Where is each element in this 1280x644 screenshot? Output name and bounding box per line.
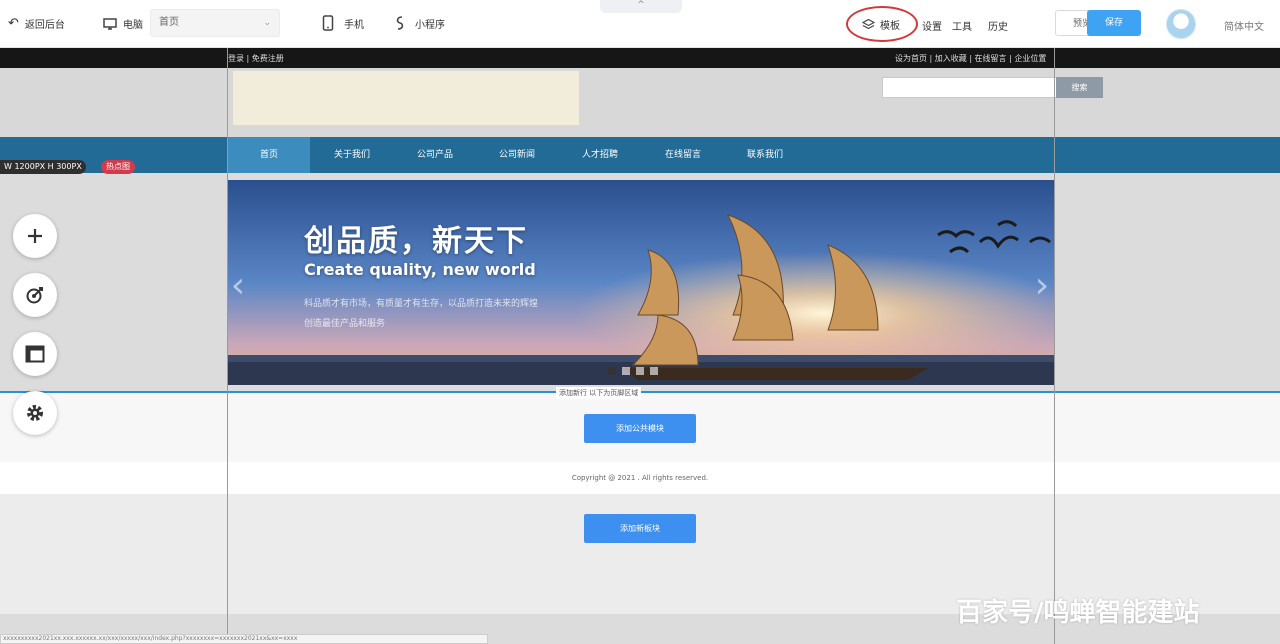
banner-prev-arrow[interactable]: ‹ xyxy=(228,266,248,306)
miniapp-link-icon xyxy=(396,16,404,30)
settings-tool-button[interactable] xyxy=(13,391,57,435)
highlight-circle xyxy=(846,6,918,42)
layout-icon xyxy=(25,345,45,363)
banner-subtitle: Create quality, new world xyxy=(304,260,536,279)
banner-desc-line-1: 科品质才有市场，有质量才有生存，以品质打造未来的辉煌 xyxy=(304,299,539,309)
site-navbar: 首页 关于我们 公司产品 公司新闻 人才招聘 在线留言 联系我们 xyxy=(0,137,1280,173)
history-button[interactable]: 历史 xyxy=(988,18,1008,33)
left-content-guide xyxy=(227,48,228,644)
nav-item-message[interactable]: 在线留言 xyxy=(642,137,724,173)
search-input[interactable] xyxy=(882,77,1057,98)
back-button[interactable]: ↶ 返回后台 xyxy=(8,16,65,31)
page-select-value: 首页 xyxy=(159,17,179,28)
banner-image xyxy=(228,180,1054,385)
undo-arrow-icon: ↶ xyxy=(8,16,19,31)
tools-label: 工具 xyxy=(952,22,972,33)
banner-title: 创品质，新天下 xyxy=(304,224,528,259)
search-button[interactable]: 搜索 xyxy=(1056,77,1103,98)
gear-icon xyxy=(27,405,43,421)
banner-dot[interactable] xyxy=(636,367,644,375)
banner-next-arrow[interactable]: › xyxy=(1032,266,1052,306)
desktop-view-button[interactable]: 电脑 xyxy=(103,16,143,31)
add-element-button[interactable] xyxy=(13,214,57,258)
page-select[interactable]: 首页 ⌄ xyxy=(150,9,280,37)
mobile-label: 手机 xyxy=(344,19,364,31)
target-tool-button[interactable] xyxy=(13,273,57,317)
nav-item-jobs[interactable]: 人才招聘 xyxy=(558,137,642,173)
nav-item-home[interactable]: 首页 xyxy=(228,137,310,173)
banner-dot[interactable] xyxy=(622,367,630,375)
nav-item-products[interactable]: 公司产品 xyxy=(394,137,476,173)
copyright-text: Copyright @ 2021 . All rights reserved. xyxy=(571,474,709,482)
phone-icon xyxy=(322,15,334,31)
right-content-guide xyxy=(1054,48,1055,644)
site-topbar: 登录 | 免费注册 设为首页 | 加入收藏 | 在线留言 | 企业位置 xyxy=(0,48,1280,68)
collapse-toolbar-tab[interactable]: ^ xyxy=(600,0,682,13)
mobile-view-button[interactable]: 手机 xyxy=(322,15,364,31)
banner-dot[interactable] xyxy=(608,367,616,375)
desktop-label: 电脑 xyxy=(123,20,143,31)
banner-dots xyxy=(608,367,658,375)
target-icon xyxy=(26,287,43,304)
watermark: 百家号/鸣蝉智能建站 xyxy=(956,598,1200,628)
chevron-up-icon: ^ xyxy=(637,0,645,10)
nav-item-contact[interactable]: 联系我们 xyxy=(724,137,806,173)
monitor-icon xyxy=(103,17,117,30)
back-label: 返回后台 xyxy=(24,20,65,31)
language-select[interactable]: 简体中文 xyxy=(1224,18,1264,33)
save-button[interactable]: 保存 xyxy=(1087,10,1141,36)
site-header: 搜索 xyxy=(0,68,1280,138)
miniapp-label: 小程序 xyxy=(415,19,445,31)
size-tag: W 1200PX H 300PX xyxy=(0,160,86,174)
banner-slider[interactable]: 创品质，新天下 Create quality, new world 科品质才有市… xyxy=(228,180,1054,385)
hot-tag[interactable]: 热点图 xyxy=(101,160,135,174)
settings-button[interactable]: 设置 xyxy=(922,18,942,33)
settings-label: 设置 xyxy=(922,22,942,33)
plus-icon xyxy=(28,229,42,243)
add-module-button[interactable]: 添加公共模块 xyxy=(584,414,696,443)
status-bar-url: xxxxxxxxxx2021xx.xxx.xxxxxx.xx/xxx/xxxxx… xyxy=(0,634,488,644)
tools-button[interactable]: 工具 xyxy=(952,18,972,33)
layout-tool-button[interactable] xyxy=(13,332,57,376)
logo-placeholder[interactable] xyxy=(233,71,579,125)
banner-dot[interactable] xyxy=(650,367,658,375)
topbar-links[interactable]: 设为首页 | 加入收藏 | 在线留言 | 企业位置 xyxy=(895,53,1046,64)
history-label: 历史 xyxy=(988,22,1008,33)
chevron-down-icon: ⌄ xyxy=(263,18,271,28)
nav-item-news[interactable]: 公司新闻 xyxy=(476,137,558,173)
add-row-button[interactable]: 添加新板块 xyxy=(584,514,696,543)
nav-item-about[interactable]: 关于我们 xyxy=(310,137,394,173)
editor-toolbar: ↶ 返回后台 电脑 首页 ⌄ 手机 小程序 ^ 模板 设置 工具 历史 预览 保… xyxy=(0,0,1280,48)
miniapp-view-button[interactable]: 小程序 xyxy=(393,15,445,31)
banner-desc-line-2: 创造最佳产品和服务 xyxy=(304,319,386,329)
editor-canvas[interactable]: 登录 | 免费注册 设为首页 | 加入收藏 | 在线留言 | 企业位置 搜索 首… xyxy=(0,48,1280,644)
copyright-row: Copyright @ 2021 . All rights reserved. xyxy=(0,462,1280,494)
avatar[interactable] xyxy=(1166,9,1196,39)
login-register-link[interactable]: 登录 | 免费注册 xyxy=(228,53,284,64)
selection-label: 添加新行 以下为页脚区域 xyxy=(556,387,642,399)
language-label: 简体中文 xyxy=(1224,22,1264,33)
